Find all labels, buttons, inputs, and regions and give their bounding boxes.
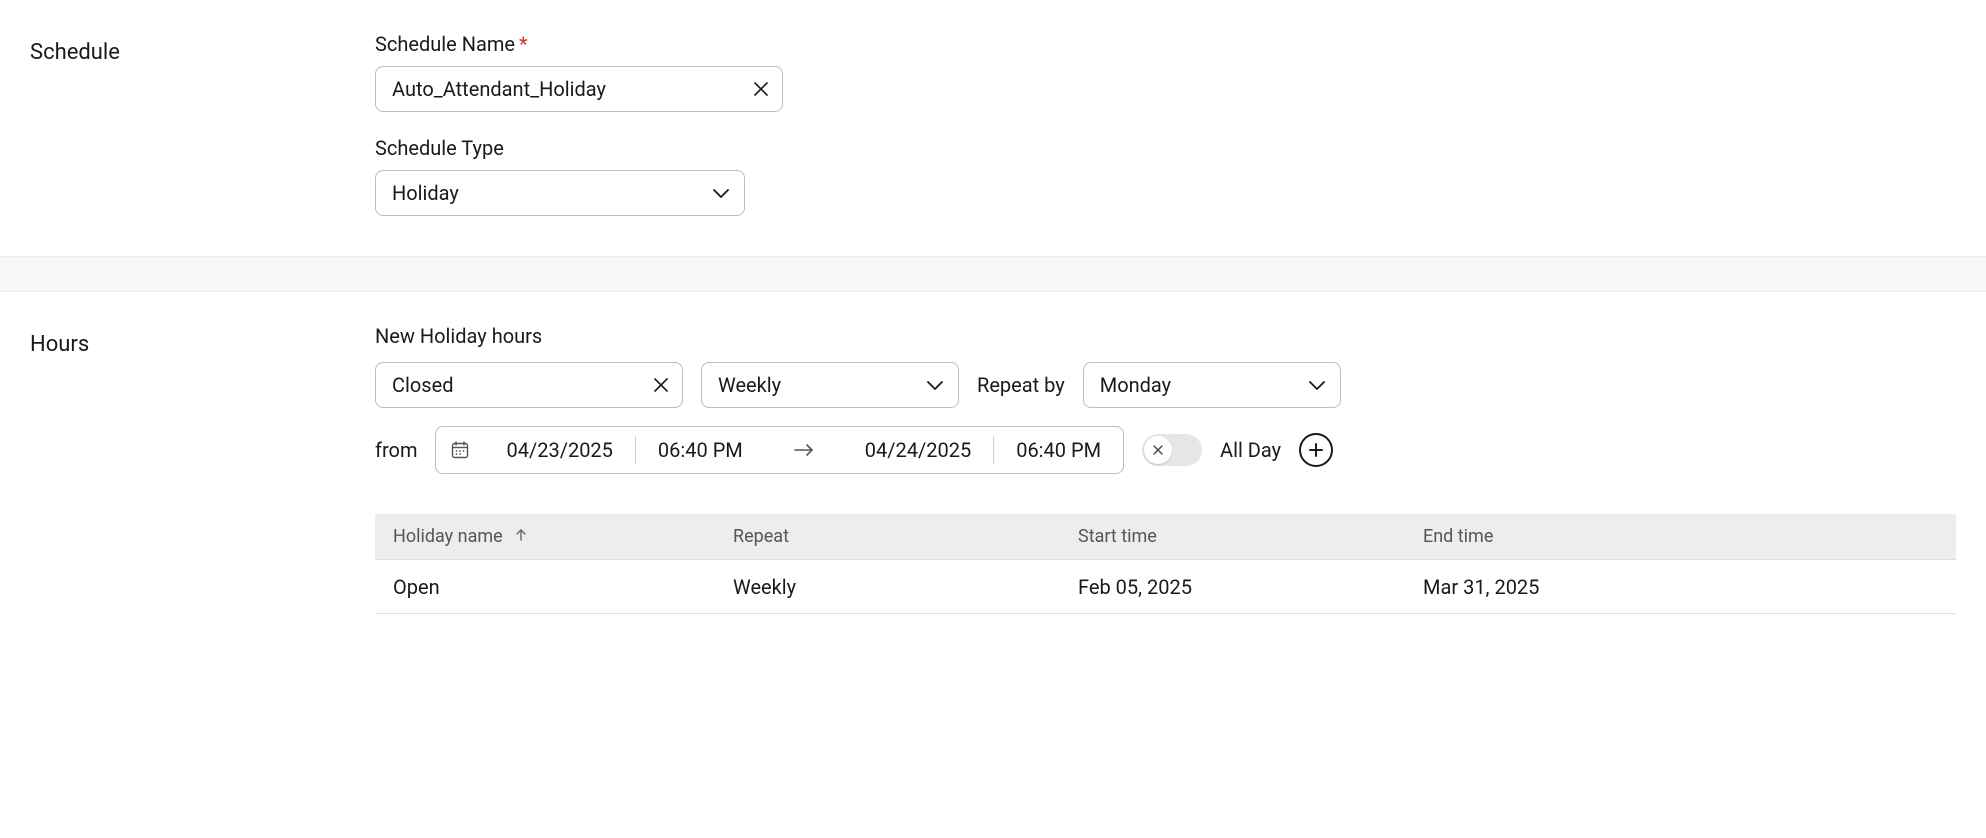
close-icon <box>753 81 769 97</box>
th-repeat-text: Repeat <box>733 526 789 547</box>
calendar-icon[interactable] <box>436 440 484 460</box>
close-icon <box>1152 444 1164 456</box>
plus-icon <box>1308 442 1324 458</box>
repeat-day-select[interactable]: Monday <box>1083 362 1341 408</box>
add-hours-button[interactable] <box>1299 433 1333 467</box>
schedule-section-label: Schedule <box>30 32 375 216</box>
chevron-down-icon <box>926 379 944 391</box>
close-icon <box>653 377 669 393</box>
section-divider <box>0 256 1986 292</box>
arrow-right-icon <box>765 443 843 457</box>
repeat-value: Weekly <box>702 363 829 407</box>
end-date-input[interactable]: 04/24/2025 <box>843 427 993 473</box>
repeat-by-label: Repeat by <box>977 373 1065 397</box>
th-repeat[interactable]: Repeat <box>715 526 1060 547</box>
holiday-name-input-wrapper <box>375 362 683 408</box>
clear-schedule-name-button[interactable] <box>751 79 771 99</box>
schedule-name-label: Schedule Name* <box>375 32 1956 56</box>
end-time-input[interactable]: 06:40 PM <box>994 427 1123 473</box>
clear-holiday-name-button[interactable] <box>651 375 671 395</box>
td-end-time: Mar 31, 2025 <box>1405 575 1956 599</box>
sort-ascending-icon <box>515 528 527 542</box>
th-start-text: Start time <box>1078 526 1157 547</box>
th-end-text: End time <box>1423 526 1493 547</box>
hours-subheading: New Holiday hours <box>375 324 1956 348</box>
repeat-select[interactable]: Weekly <box>701 362 959 408</box>
table-header: Holiday name Repeat Start time End time <box>375 514 1956 560</box>
schedule-name-label-text: Schedule Name <box>375 32 515 56</box>
start-date-input[interactable]: 04/23/2025 <box>484 427 634 473</box>
schedule-type-select[interactable]: Holiday <box>375 170 745 216</box>
td-repeat: Weekly <box>715 575 1060 599</box>
chevron-down-icon <box>712 187 730 199</box>
schedule-name-input-wrapper <box>375 66 783 112</box>
schedule-type-field: Schedule Type Holiday <box>375 136 1956 216</box>
from-label: from <box>375 438 417 462</box>
all-day-toggle[interactable] <box>1142 434 1202 466</box>
start-time-input[interactable]: 06:40 PM <box>636 427 765 473</box>
holiday-table: Holiday name Repeat Start time End time … <box>375 514 1956 614</box>
hours-section: Hours New Holiday hours Weekly Repeat by… <box>0 292 1986 654</box>
schedule-name-input[interactable] <box>375 66 783 112</box>
th-holiday-name-text: Holiday name <box>393 526 503 547</box>
required-asterisk: * <box>519 32 528 56</box>
schedule-section: Schedule Schedule Name* Schedule Type Ho… <box>0 0 1986 256</box>
holiday-name-input[interactable] <box>375 362 683 408</box>
datetime-range: 04/23/2025 06:40 PM 04/24/2025 06:40 PM <box>435 426 1124 474</box>
schedule-type-label: Schedule Type <box>375 136 1956 160</box>
th-holiday-name[interactable]: Holiday name <box>375 526 715 547</box>
chevron-down-icon <box>1308 379 1326 391</box>
all-day-label: All Day <box>1220 438 1281 462</box>
hours-section-body: New Holiday hours Weekly Repeat by Monda… <box>375 324 1956 614</box>
th-start-time[interactable]: Start time <box>1060 526 1405 547</box>
schedule-name-field: Schedule Name* <box>375 32 1956 112</box>
hours-row-1: Weekly Repeat by Monday <box>375 362 1956 408</box>
td-start-time: Feb 05, 2025 <box>1060 575 1405 599</box>
hours-section-label: Hours <box>30 324 375 614</box>
td-holiday-name: Open <box>375 575 715 599</box>
th-end-time[interactable]: End time <box>1405 526 1956 547</box>
hours-row-2: from 04/23/2025 06:40 PM 04/24/2025 06:4… <box>375 426 1956 474</box>
schedule-type-value: Holiday <box>376 171 507 215</box>
table-row[interactable]: Open Weekly Feb 05, 2025 Mar 31, 2025 <box>375 560 1956 614</box>
toggle-knob <box>1144 436 1172 464</box>
repeat-day-value: Monday <box>1084 363 1219 407</box>
schedule-section-body: Schedule Name* Schedule Type Holiday <box>375 32 1956 216</box>
